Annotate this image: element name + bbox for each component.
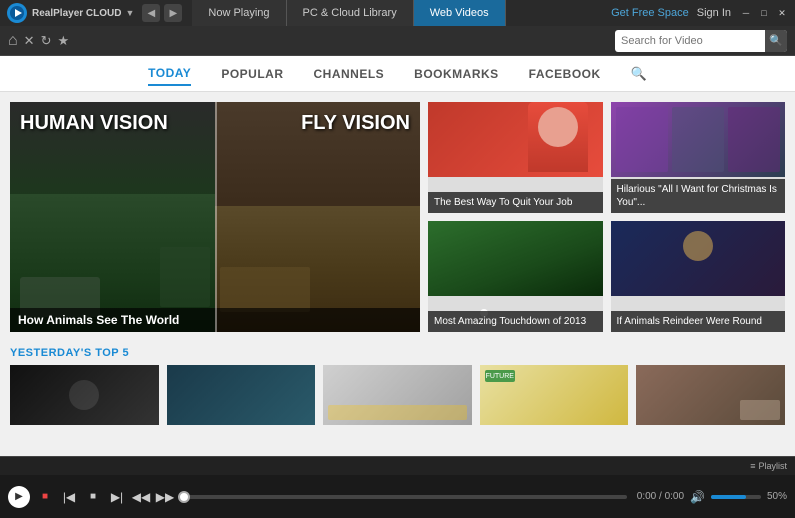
- yesterday-item-1[interactable]: [10, 365, 159, 425]
- side-video-quit-job[interactable]: The Best Way To Quit Your Job: [428, 102, 603, 213]
- progress-handle[interactable]: [178, 491, 190, 503]
- tab-popular[interactable]: POPULAR: [221, 63, 283, 85]
- main-content: HUMAN VISION FLY VISION How Animals See …: [0, 92, 795, 456]
- side-video-thumb: [611, 102, 786, 177]
- volume-percent: 50%: [767, 491, 787, 502]
- window-controls: ─ □ ✕: [739, 6, 789, 20]
- yesterday-item-3[interactable]: [323, 365, 472, 425]
- tab-web-videos[interactable]: Web Videos: [414, 0, 506, 26]
- tab-pc-cloud-library[interactable]: PC & Cloud Library: [287, 0, 414, 26]
- split-divider: [215, 102, 217, 332]
- nav-tabs: TODAY POPULAR CHANNELS BOOKMARKS FACEBOO…: [0, 56, 795, 92]
- tab-channels[interactable]: CHANNELS: [313, 63, 384, 85]
- yesterday-item-4[interactable]: FUTURE: [480, 365, 629, 425]
- logo-dropdown-icon[interactable]: ▼: [125, 8, 134, 18]
- logo-text: RealPlayer CLOUD: [32, 8, 121, 19]
- side-video-caption: Most Amazing Touchdown of 2013: [428, 311, 603, 332]
- side-video-caption: Hilarious "All I Want for Christmas Is Y…: [611, 179, 786, 213]
- next-button[interactable]: ▶|: [108, 488, 126, 506]
- side-video-thumb: [428, 221, 603, 296]
- human-vision-half: [10, 102, 215, 332]
- featured-row: HUMAN VISION FLY VISION How Animals See …: [10, 102, 785, 332]
- yesterday-section: YESTERDAY'S TOP 5 FUTURE: [10, 347, 785, 425]
- close-button[interactable]: ✕: [775, 6, 789, 20]
- minimize-button[interactable]: ─: [739, 6, 753, 20]
- close-page-icon[interactable]: ✕: [24, 33, 35, 49]
- search-input[interactable]: [615, 35, 765, 47]
- yesterday-label: YESTERDAY'S TOP 5: [10, 347, 785, 359]
- bookmark-icon[interactable]: ★: [57, 33, 69, 49]
- nav-search-icon[interactable]: 🔍: [631, 66, 647, 82]
- stop2-button[interactable]: ■: [84, 488, 102, 506]
- volume-icon[interactable]: 🔊: [690, 490, 705, 504]
- yesterday-item-2[interactable]: [167, 365, 316, 425]
- get-free-space-link[interactable]: Get Free Space: [611, 7, 689, 19]
- tab-bar: Now Playing PC & Cloud Library Web Video…: [192, 0, 611, 26]
- time-display: 0:00 / 0:00: [637, 491, 684, 502]
- featured-main-image: HUMAN VISION FLY VISION: [10, 102, 420, 332]
- search-button[interactable]: 🔍: [765, 30, 787, 52]
- sign-in-link[interactable]: Sign In: [697, 7, 731, 19]
- forward-button[interactable]: ▶: [164, 4, 182, 22]
- side-videos: The Best Way To Quit Your Job Hilarious …: [428, 102, 785, 332]
- side-video-reindeer[interactable]: If Animals Reindeer Were Round: [611, 221, 786, 332]
- playlist-icon: ≡: [750, 461, 755, 471]
- rewind-button[interactable]: ◀◀: [132, 488, 150, 506]
- volume-fill: [711, 495, 746, 499]
- featured-main-video[interactable]: HUMAN VISION FLY VISION How Animals See …: [10, 102, 420, 332]
- prev-button[interactable]: |◀: [60, 488, 78, 506]
- logo-icon: [6, 2, 28, 24]
- tab-now-playing[interactable]: Now Playing: [192, 0, 286, 26]
- progress-bar[interactable]: [184, 495, 627, 499]
- nav-buttons: ◀ ▶: [142, 4, 182, 22]
- yesterday-item-5[interactable]: [636, 365, 785, 425]
- back-button[interactable]: ◀: [142, 4, 160, 22]
- titlebar: RealPlayer CLOUD ▼ ◀ ▶ Now Playing PC & …: [0, 0, 795, 26]
- side-video-caption: The Best Way To Quit Your Job: [428, 192, 603, 213]
- maximize-button[interactable]: □: [757, 6, 771, 20]
- tab-facebook[interactable]: FACEBOOK: [529, 63, 601, 85]
- toolbar: ⌂ ✕ ↻ ★ 🔍: [0, 26, 795, 56]
- ffwd-button[interactable]: ▶▶: [156, 488, 174, 506]
- playlist-bar: ≡ Playlist: [0, 457, 795, 475]
- playlist-text: Playlist: [758, 461, 787, 471]
- fly-vision-label: FLY VISION: [301, 112, 410, 135]
- search-box: 🔍: [615, 30, 787, 52]
- volume-bar[interactable]: [711, 495, 761, 499]
- side-video-thumb: [611, 221, 786, 296]
- tab-today[interactable]: TODAY: [148, 62, 191, 86]
- side-video-caption: If Animals Reindeer Were Round: [611, 311, 786, 332]
- playlist-label[interactable]: ≡ Playlist: [750, 461, 787, 471]
- human-vision-label: HUMAN VISION: [20, 112, 168, 135]
- controls-row: ▶ ■ |◀ ■ ▶| ◀◀ ▶▶ 0:00 / 0:00 🔊 50%: [0, 475, 795, 518]
- home-icon[interactable]: ⌂: [8, 32, 18, 50]
- yesterday-row: FUTURE: [10, 365, 785, 425]
- refresh-icon[interactable]: ↻: [41, 33, 52, 49]
- side-video-christmas[interactable]: Hilarious "All I Want for Christmas Is Y…: [611, 102, 786, 213]
- play-button[interactable]: ▶: [8, 486, 30, 508]
- fly-vision-half: [215, 102, 420, 332]
- tab-bookmarks[interactable]: BOOKMARKS: [414, 63, 499, 85]
- side-video-thumb: [428, 102, 603, 177]
- today-section: HUMAN VISION FLY VISION How Animals See …: [10, 102, 785, 332]
- side-video-touchdown[interactable]: Most Amazing Touchdown of 2013: [428, 221, 603, 332]
- logo-area: RealPlayer CLOUD ▼: [6, 2, 134, 24]
- player-area: ≡ Playlist ▶ ■ |◀ ■ ▶| ◀◀ ▶▶ 0:00 / 0:00…: [0, 456, 795, 518]
- stop-button[interactable]: ■: [36, 488, 54, 506]
- right-header: Get Free Space Sign In: [611, 7, 731, 19]
